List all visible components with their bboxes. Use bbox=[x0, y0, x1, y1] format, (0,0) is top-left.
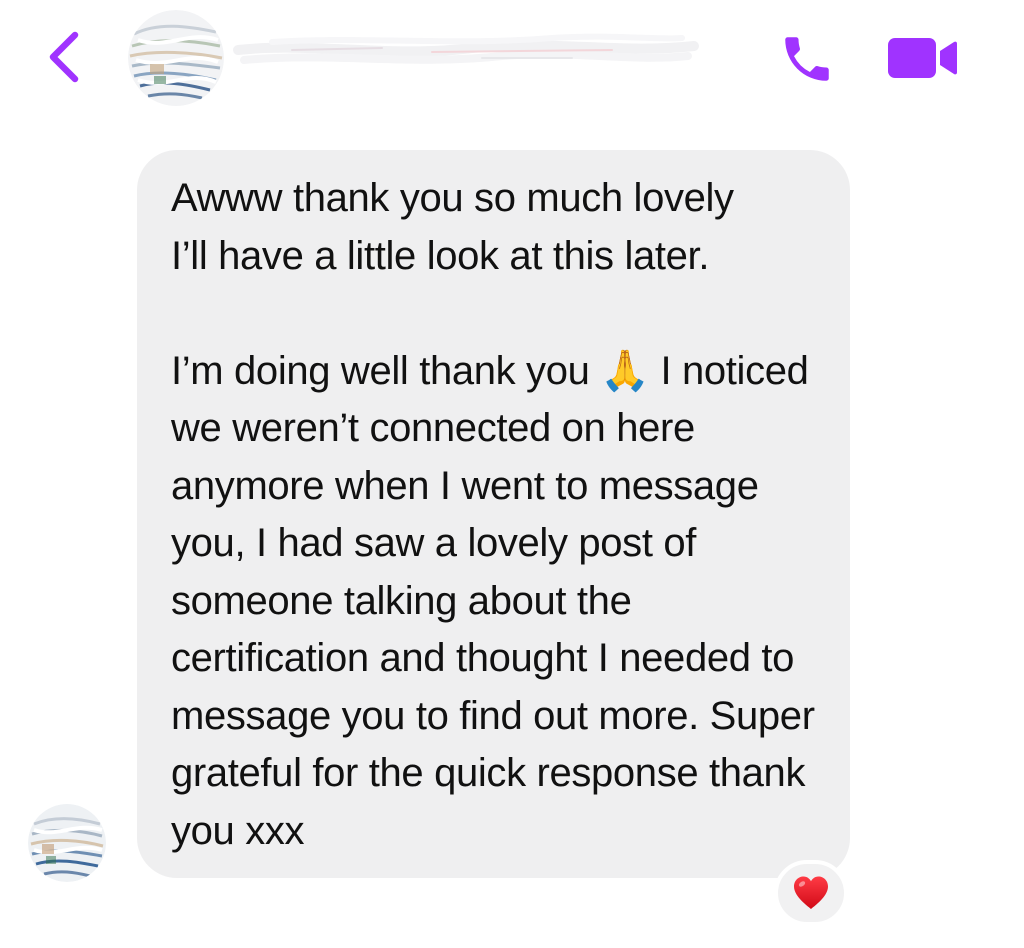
chevron-left-icon bbox=[49, 31, 79, 83]
message-text: Awww thank you so much lovely I’ll have … bbox=[171, 176, 815, 853]
back-button[interactable] bbox=[42, 30, 86, 84]
heart-icon bbox=[794, 876, 828, 909]
message-bubble[interactable]: Awww thank you so much lovely I’ll have … bbox=[137, 150, 850, 878]
sender-avatar[interactable] bbox=[28, 804, 106, 882]
video-call-button[interactable] bbox=[884, 34, 960, 82]
chat-header bbox=[0, 0, 1024, 118]
reaction-badge[interactable] bbox=[774, 860, 848, 926]
contact-name-redacted bbox=[232, 28, 702, 78]
audio-call-button[interactable] bbox=[776, 30, 838, 88]
phone-icon bbox=[785, 37, 829, 81]
video-camera-icon bbox=[888, 38, 957, 78]
contact-avatar[interactable] bbox=[128, 10, 224, 106]
